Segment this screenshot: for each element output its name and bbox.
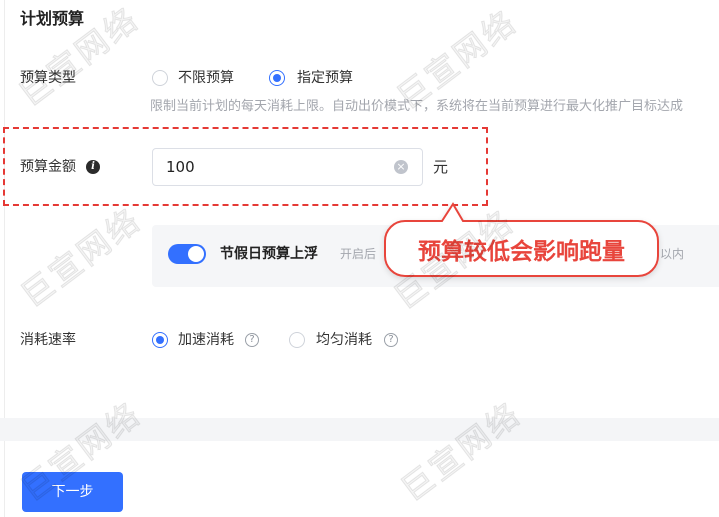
- radio-label-specified-budget[interactable]: 指定预算: [297, 68, 353, 88]
- radio-label-unlimited-budget[interactable]: 不限预算: [178, 68, 234, 88]
- radio-even-spend[interactable]: [289, 332, 305, 348]
- radio-specified-budget[interactable]: [269, 70, 285, 86]
- holiday-budget-toggle[interactable]: [168, 244, 206, 264]
- budget-type-hint: 限制当前计划的每天消耗上限。自动出价模式下，系统将在当前预算进行最大化推广目标达…: [150, 99, 684, 114]
- next-step-button[interactable]: 下一步: [22, 472, 123, 512]
- holiday-hint-end: 以内: [660, 247, 685, 261]
- holiday-budget-label: 节假日预算上浮: [220, 246, 318, 262]
- budget-unit: 元: [433, 158, 449, 176]
- clear-icon[interactable]: ×: [394, 160, 408, 174]
- budget-amount-input[interactable]: 100 ×: [152, 148, 423, 186]
- info-icon[interactable]: i: [86, 160, 100, 174]
- toggle-knob: [188, 246, 204, 262]
- radio-unlimited-budget[interactable]: [152, 70, 168, 86]
- holiday-hint-start: 开启后: [340, 247, 377, 261]
- radio-label-accelerated-spend[interactable]: 加速消耗: [178, 330, 234, 350]
- callout-text: 预算较低会影响跑量: [418, 238, 625, 265]
- watermark: 巨宣网络: [393, 394, 529, 510]
- help-icon[interactable]: ?: [384, 333, 398, 347]
- watermark: 巨宣网络: [13, 200, 149, 316]
- spend-rate-label: 消耗速率: [20, 332, 76, 348]
- budget-amount-label: 预算金额: [20, 159, 76, 175]
- section-title: 计划预算: [20, 9, 85, 28]
- radio-label-even-spend[interactable]: 均匀消耗: [316, 330, 372, 350]
- budget-amount-value[interactable]: 100: [166, 149, 195, 185]
- help-icon[interactable]: ?: [245, 333, 259, 347]
- radio-accelerated-spend[interactable]: [152, 332, 168, 348]
- section-divider: [0, 418, 719, 441]
- budget-type-label: 预算类型: [20, 70, 76, 86]
